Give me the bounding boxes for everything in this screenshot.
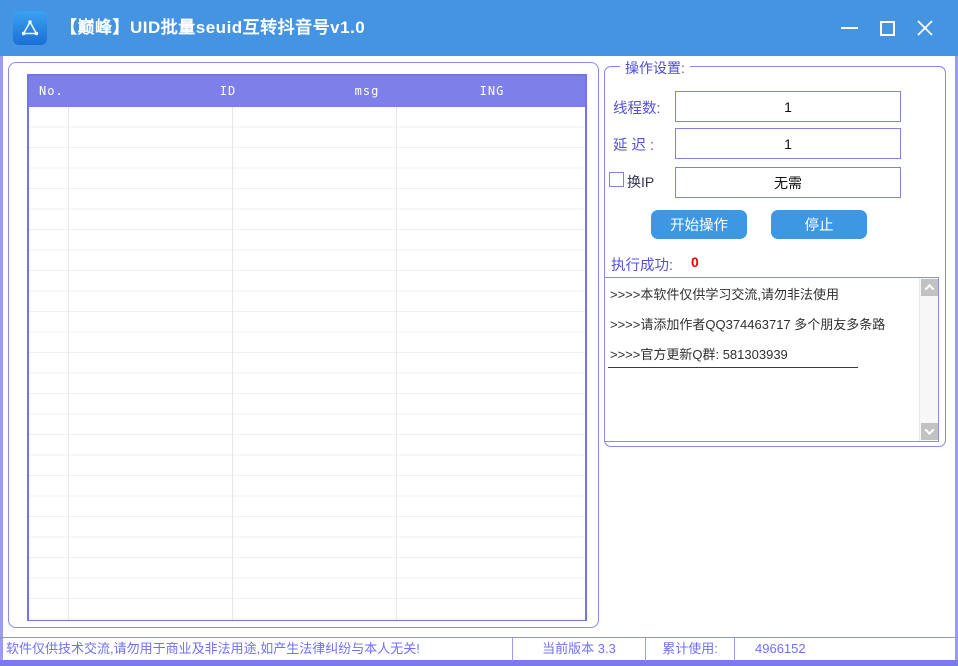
column-header-ing[interactable]: ING — [480, 76, 505, 107]
thread-count-label: 线程数: — [613, 97, 661, 118]
status-version: 当前版本 3.3 — [513, 638, 645, 661]
groupbox-legend: 操作设置: — [620, 58, 690, 78]
app-window: 【巅峰】UID批量seuid互转抖音号v1.0 No. ID msg ING — [0, 0, 958, 666]
column-header-msg[interactable]: msg — [355, 76, 380, 107]
status-disclaimer: 软件仅供技术交流,请勿用于商业及非法用途,如产生法律纠纷与本人无关! — [0, 638, 512, 661]
success-count-value: 0 — [691, 254, 699, 270]
app-logo-icon — [13, 11, 47, 45]
column-divider — [232, 107, 233, 620]
log-scrollbar[interactable] — [919, 278, 938, 441]
window-title: 【巅峰】UID批量seuid互转抖音号v1.0 — [60, 0, 365, 56]
scroll-down-button[interactable] — [921, 423, 938, 440]
stop-button[interactable]: 停止 — [771, 210, 867, 239]
chevron-down-icon — [925, 425, 935, 435]
change-ip-input[interactable] — [675, 167, 901, 198]
delay-input[interactable] — [675, 128, 901, 159]
delay-label: 延 迟 : — [613, 134, 654, 155]
change-ip-label: 换IP — [627, 172, 654, 192]
log-line: >>>>官方更新Q群: 581303939 — [610, 344, 788, 363]
change-ip-checkbox[interactable] — [609, 172, 624, 187]
log-line: >>>>请添加作者QQ374463717 多个朋友多条路 — [610, 314, 885, 333]
table-body[interactable] — [29, 107, 585, 620]
column-header-no[interactable]: No. — [39, 76, 64, 107]
window-controls — [830, 0, 944, 56]
log-line: >>>>本软件仅供学习交流,请勿非法使用 — [610, 284, 839, 303]
title-bar: 【巅峰】UID批量seuid互转抖音号v1.0 — [0, 0, 958, 56]
start-button[interactable]: 开始操作 — [651, 210, 747, 239]
table-header: No. ID msg ING — [29, 76, 585, 107]
column-divider — [68, 107, 69, 620]
settings-groupbox: 操作设置: 线程数: 延 迟 : 换IP 开始操作 停止 执行成功: 0 >>>… — [604, 66, 946, 447]
close-icon — [915, 18, 935, 38]
log-underline — [608, 367, 858, 368]
triangle-logo-icon — [19, 17, 41, 39]
results-panel: No. ID msg ING — [8, 62, 599, 628]
scroll-up-button[interactable] — [921, 279, 938, 296]
status-bar: 软件仅供技术交流,请勿用于商业及非法用途,如产生法律纠纷与本人无关! 当前版本 … — [0, 637, 958, 660]
column-header-id[interactable]: ID — [220, 76, 236, 107]
chevron-up-icon — [925, 284, 935, 294]
close-button[interactable] — [906, 11, 944, 45]
minimize-button[interactable] — [830, 11, 868, 45]
minimize-icon — [841, 27, 858, 29]
results-table[interactable]: No. ID msg ING — [27, 74, 587, 621]
log-box[interactable]: >>>>本软件仅供学习交流,请勿非法使用 >>>>请添加作者QQ37446371… — [604, 277, 939, 442]
maximize-button[interactable] — [868, 11, 906, 45]
thread-count-input[interactable] — [675, 91, 901, 122]
status-usage-label: 累计使用: — [646, 638, 734, 661]
column-divider — [396, 107, 397, 620]
status-usage-count: 4966152 — [735, 638, 958, 661]
success-count-label: 执行成功: — [611, 254, 673, 275]
window-border-left — [0, 56, 3, 660]
maximize-icon — [880, 21, 895, 36]
